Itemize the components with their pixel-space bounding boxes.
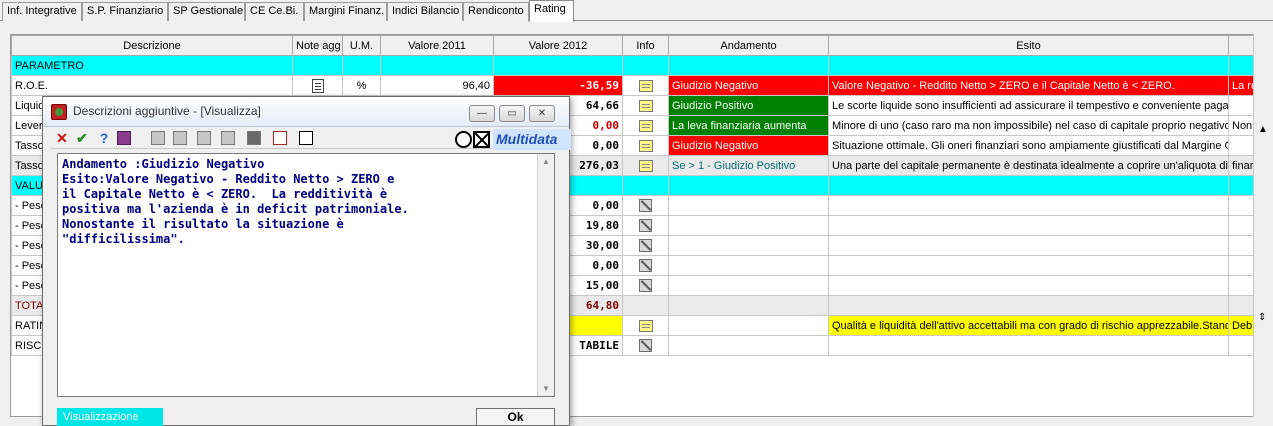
value-2012: -36,59	[493, 75, 623, 96]
andamento-cell: La leva finanziaria aumenta	[668, 115, 829, 136]
book-icon[interactable]	[117, 131, 131, 145]
scroll-updown-icon[interactable]: ⇕	[1258, 312, 1266, 323]
col-header-um[interactable]: U.M.	[342, 35, 381, 56]
logo-cross-icon	[473, 131, 490, 148]
col-header-info[interactable]: Info	[622, 35, 669, 56]
descrizioni-dialog: Descrizioni aggiuntive - [Visualizza] — …	[42, 96, 571, 426]
stop-icon[interactable]	[247, 131, 261, 145]
col-header-note[interactable]: Note agg	[292, 35, 343, 56]
col-header-esito[interactable]: Esito	[828, 35, 1229, 56]
info-cell[interactable]	[622, 115, 669, 136]
tab-sp-gestionale[interactable]: SP Gestionale	[168, 2, 245, 21]
note-icon[interactable]	[638, 119, 653, 132]
dialog-titlebar[interactable]: Descrizioni aggiuntive - [Visualizza] — …	[43, 97, 569, 127]
info-cell[interactable]	[622, 335, 669, 356]
tab-ce-cebi[interactable]: CE Ce.Bi.	[245, 2, 304, 21]
description-textarea[interactable]: Andamento :Giudizio Negativo Esito:Valor…	[57, 153, 555, 397]
close-x-icon[interactable]: ✕	[53, 130, 71, 146]
note-icon[interactable]	[638, 319, 653, 332]
note-cell[interactable]	[292, 75, 343, 96]
tab-inf-integrative[interactable]: Inf. Integrative	[2, 2, 82, 21]
info-cell[interactable]	[622, 195, 669, 216]
note-icon[interactable]	[638, 99, 653, 112]
app-icon	[51, 104, 67, 120]
print-icon[interactable]	[221, 131, 235, 145]
info-cell[interactable]	[622, 255, 669, 276]
andamento-cell: Giudizio Negativo	[668, 135, 829, 156]
um-cell: %	[342, 75, 381, 96]
edit-icon[interactable]	[639, 219, 652, 232]
scroll-up-icon[interactable]: ▲	[1258, 124, 1268, 135]
value-2011: 96,40	[380, 75, 494, 96]
edit-icon[interactable]	[151, 131, 165, 145]
note-icon[interactable]	[638, 159, 653, 172]
textarea-scrollbar[interactable]: ▲ ▼	[537, 154, 554, 396]
edit-icon[interactable]	[639, 339, 652, 352]
maximize-icon[interactable]: ▭	[499, 105, 525, 122]
table-row[interactable]: PARAMETRO	[11, 55, 1265, 76]
tab-margini-finanz[interactable]: Margini Finanz.	[304, 2, 387, 21]
description-text: Andamento :Giudizio Negativo Esito:Valor…	[62, 157, 409, 246]
info-cell[interactable]	[622, 315, 669, 336]
info-cell[interactable]	[622, 95, 669, 116]
info-cell[interactable]	[622, 75, 669, 96]
info-cell[interactable]	[622, 155, 669, 176]
dialog-toolbar: ✕ ✔ ? Multidata	[51, 127, 571, 150]
tab-strip: Inf. Integrative S.P. Finanziario SP Ges…	[0, 0, 1273, 22]
multidata-logo: Multidata	[455, 129, 571, 150]
col-header-descrizione[interactable]: Descrizione	[11, 35, 293, 56]
export-icon[interactable]	[273, 131, 287, 145]
esito-cell: Minore di uno (caso raro ma non impossib…	[828, 115, 1229, 136]
col-header-valore-2012[interactable]: Valore 2012	[493, 35, 623, 56]
tab-rating[interactable]: Rating	[529, 0, 574, 22]
note-icon[interactable]	[638, 139, 653, 152]
copy-icon[interactable]	[173, 131, 187, 145]
edit-icon[interactable]	[639, 279, 652, 292]
note-icon[interactable]	[638, 79, 653, 92]
ok-button[interactable]: Ok	[476, 408, 555, 426]
andamento-cell: Giudizio Positivo	[668, 95, 829, 116]
document-icon[interactable]	[311, 78, 324, 93]
logo-word: Multidata	[493, 129, 571, 150]
tab-indici-bilancio[interactable]: Indici Bilancio	[387, 2, 463, 21]
refresh-icon[interactable]	[299, 131, 313, 145]
esito-cell: Qualità e liquidità dell'attivo accettab…	[828, 315, 1229, 336]
window-close-icon[interactable]: ✕	[529, 105, 555, 122]
andamento-cell: Giudizio Negativo	[668, 75, 829, 96]
info-cell[interactable]	[622, 135, 669, 156]
edit-icon[interactable]	[639, 239, 652, 252]
dialog-title: Descrizioni aggiuntive - [Visualizza]	[73, 104, 261, 118]
row-desc: R.O.E.	[11, 75, 293, 96]
edit-icon[interactable]	[639, 259, 652, 272]
col-header-valore-2011[interactable]: Valore 2011	[380, 35, 494, 56]
paste-icon[interactable]	[197, 131, 211, 145]
grid-vertical-scrollbar[interactable]: ▲ ⇕	[1253, 34, 1273, 417]
esito-cell: Situazione ottimale. Gli oneri finanziar…	[828, 135, 1229, 156]
tab-sp-finanziario[interactable]: S.P. Finanziario	[82, 2, 168, 21]
col-header-andamento[interactable]: Andamento	[668, 35, 829, 56]
info-cell[interactable]	[622, 275, 669, 296]
scroll-down-icon[interactable]: ▼	[542, 384, 550, 393]
info-cell[interactable]	[622, 235, 669, 256]
logo-circle-icon	[455, 131, 472, 148]
esito-cell: Una parte del capitale permanente è dest…	[828, 155, 1229, 176]
visualizzazione-button[interactable]: Visualizzazione	[57, 408, 163, 426]
edit-icon[interactable]	[639, 199, 652, 212]
table-row[interactable]: R.O.E. % 96,40 -36,59 Giudizio Negativo …	[11, 75, 1265, 96]
esito-cell: Le scorte liquide sono insufficienti ad …	[828, 95, 1229, 116]
help-icon[interactable]: ?	[95, 130, 113, 146]
grid-header-row: Descrizione Note agg U.M. Valore 2011 Va…	[11, 35, 1265, 56]
esito-cell: Valore Negativo - Reddito Netto > ZERO e…	[828, 75, 1229, 96]
check-icon[interactable]: ✔	[73, 130, 91, 146]
minimize-icon[interactable]: —	[469, 105, 495, 122]
andamento-cell: Se > 1 - Giudizio Positivo	[668, 155, 829, 176]
scroll-up-icon[interactable]: ▲	[542, 157, 550, 166]
info-cell[interactable]	[622, 215, 669, 236]
tab-rendiconto[interactable]: Rendiconto	[463, 2, 529, 21]
row-desc: PARAMETRO	[11, 55, 293, 76]
